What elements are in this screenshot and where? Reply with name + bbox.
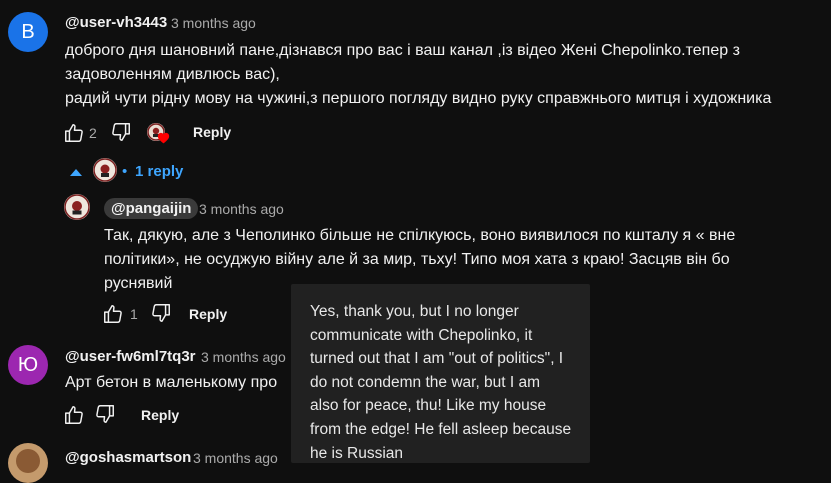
like-count: 2 bbox=[89, 125, 97, 141]
translation-line: turned out that I am "out of politics", … bbox=[310, 350, 564, 368]
comment-timestamp[interactable]: 3 months ago bbox=[193, 450, 278, 466]
reply-button[interactable]: Reply bbox=[141, 407, 179, 423]
reply-text-line: руснявий bbox=[104, 275, 173, 292]
creator-heart-icon bbox=[147, 123, 171, 145]
replies-bullet: • bbox=[122, 163, 128, 180]
avatar-letter: B bbox=[21, 20, 35, 43]
avatar[interactable] bbox=[8, 443, 48, 483]
comment-author[interactable]: @user-fw6ml7tq3r bbox=[65, 348, 196, 365]
comment-text: Арт бетон в маленькому про bbox=[65, 374, 278, 391]
translation-line: from the edge! He fell asleep because bbox=[310, 420, 572, 438]
reply-timestamp[interactable]: 3 months ago bbox=[199, 201, 284, 217]
translation-tooltip: Yes, thank you, but I no longer communic… bbox=[291, 284, 590, 463]
like-count: 1 bbox=[130, 306, 138, 322]
thumb-down-icon[interactable] bbox=[150, 302, 172, 324]
thumb-up-icon[interactable] bbox=[102, 303, 124, 325]
avatar[interactable] bbox=[64, 194, 90, 220]
avatar[interactable]: Ю bbox=[8, 345, 48, 385]
translation-line: communicate with Chepolinko, it bbox=[310, 326, 533, 344]
translation-line: do not condemn the war, but I am bbox=[310, 373, 541, 391]
comment-author[interactable]: @goshasmartson bbox=[65, 449, 191, 466]
translation-line: he is Russian bbox=[310, 444, 404, 462]
comment-author[interactable]: @user-vh3443 bbox=[65, 14, 167, 31]
heart-icon bbox=[157, 132, 170, 144]
comment-text-line: радий чути рідну мову на чужині,з першог… bbox=[65, 90, 772, 107]
translation-text: Yes, thank you, but I no longer communic… bbox=[310, 300, 578, 465]
comment-timestamp[interactable]: 3 months ago bbox=[171, 15, 256, 31]
avatar[interactable]: B bbox=[8, 12, 48, 52]
comment-text-line: задоволенням дивлюсь вас), bbox=[65, 66, 280, 83]
thumb-down-icon[interactable] bbox=[94, 403, 116, 425]
reply-button[interactable]: Reply bbox=[189, 306, 227, 322]
thumb-up-icon[interactable] bbox=[63, 122, 85, 144]
avatar-letter: Ю bbox=[17, 353, 39, 376]
thumb-up-icon[interactable] bbox=[63, 404, 85, 426]
reply-text-line: Так, дякую, але з Чеполинко більше не сп… bbox=[104, 227, 736, 244]
thumb-down-icon[interactable] bbox=[110, 121, 132, 143]
comment-text-line: доброго дня шановний пане,дізнався про в… bbox=[65, 42, 740, 59]
reply-button[interactable]: Reply bbox=[193, 124, 231, 140]
comment-timestamp[interactable]: 3 months ago bbox=[201, 349, 286, 365]
creator-avatar[interactable] bbox=[93, 158, 117, 182]
translation-line: also for peace, thu! Like my house bbox=[310, 397, 547, 415]
chevron-up-icon[interactable] bbox=[70, 168, 82, 176]
avatar-photo bbox=[16, 449, 40, 473]
translation-line: Yes, thank you, but I no longer bbox=[310, 303, 519, 320]
creator-handle-badge[interactable]: @pangaijin bbox=[104, 198, 199, 219]
reply-text-line: політики», не осуджую війну але й за мир… bbox=[104, 251, 730, 268]
replies-toggle[interactable]: 1 reply bbox=[135, 163, 183, 180]
